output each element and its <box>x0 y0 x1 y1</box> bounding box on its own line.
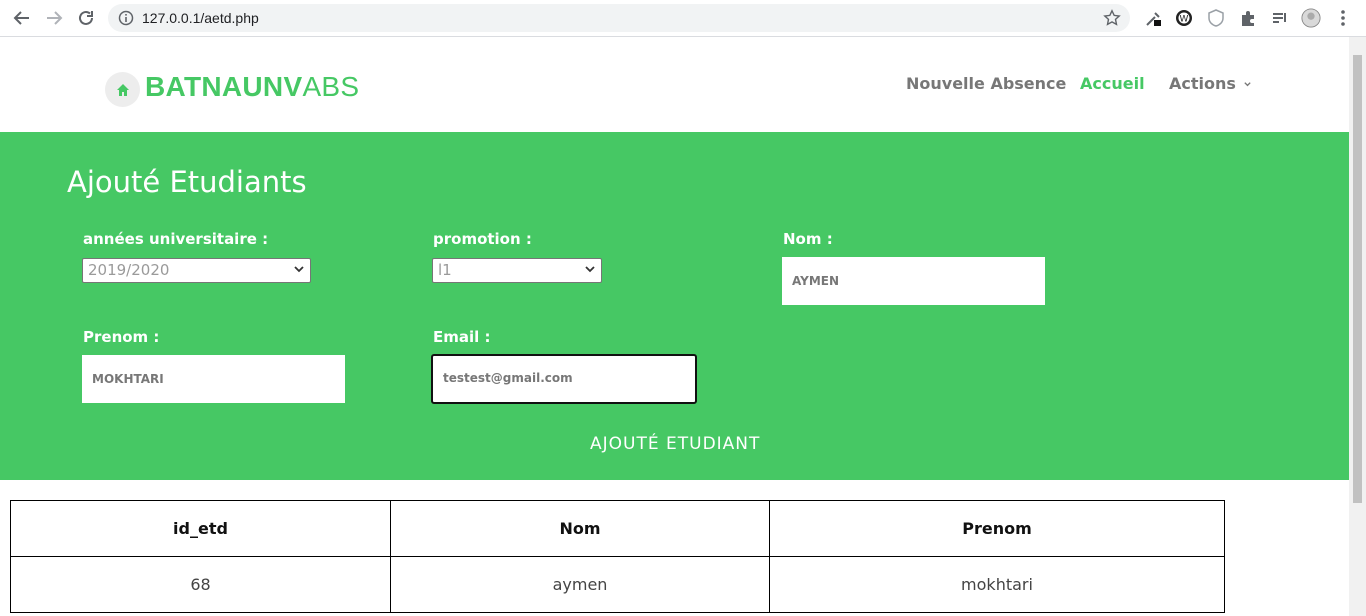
chevron-down-icon <box>585 266 595 273</box>
site-header: BATNAUNVABS Nouvelle Absence Accueil Act… <box>0 37 1349 132</box>
cell-prenom: mokhtari <box>769 556 1225 613</box>
page-scrollbar[interactable] <box>1349 37 1366 616</box>
students-table: id_etd Nom Prenom 68 aymen mokhtari <box>10 500 1225 613</box>
info-icon[interactable] <box>118 10 134 30</box>
arrow-left-icon <box>13 11 29 25</box>
prenom-label: Prenom : <box>83 328 160 346</box>
column-header-nom: Nom <box>390 500 770 557</box>
browser-toolbar: 127.0.0.1/aetd.php W <box>0 0 1366 37</box>
nav-actions-label: Actions <box>1169 74 1236 93</box>
nav-nouvelle-absence[interactable]: Nouvelle Absence <box>906 74 1066 93</box>
nav-actions[interactable]: Actions <box>1169 74 1252 93</box>
annee-select-value: 2019/2020 <box>88 261 170 279</box>
column-header-id: id_etd <box>10 500 391 557</box>
forward-button[interactable] <box>44 8 64 28</box>
profile-avatar-icon[interactable] <box>1301 8 1321 28</box>
nom-input[interactable]: AYMEN <box>782 257 1045 305</box>
address-bar[interactable]: 127.0.0.1/aetd.php <box>108 4 1130 32</box>
column-header-prenom: Prenom <box>769 500 1225 557</box>
brand-logo-text[interactable]: BATNAUNVABS <box>145 71 359 103</box>
cell-nom: aymen <box>390 556 770 613</box>
scrollbar-thumb[interactable] <box>1353 55 1362 503</box>
home-logo[interactable] <box>105 72 140 107</box>
form-title: Ajouté Etudiants <box>67 165 307 199</box>
star-icon[interactable] <box>1103 9 1121 31</box>
reload-icon <box>79 10 93 25</box>
brand-bold: BATNAUNV <box>145 71 303 102</box>
back-button[interactable] <box>12 8 32 28</box>
cell-id: 68 <box>10 556 391 613</box>
annee-select[interactable]: 2019/2020 <box>82 258 311 283</box>
chevron-down-icon <box>294 266 304 273</box>
url-text: 127.0.0.1/aetd.php <box>142 10 259 26</box>
promotion-select-value: l1 <box>438 261 452 279</box>
chevron-down-icon <box>1244 82 1252 87</box>
table-row: 68 aymen mokhtari <box>10 556 1225 613</box>
eyedropper-extension-icon[interactable] <box>1144 8 1164 28</box>
nav-accueil[interactable]: Accueil <box>1080 74 1145 93</box>
svg-text:W: W <box>1180 15 1189 25</box>
wordpress-extension-icon[interactable]: W <box>1174 8 1194 28</box>
arrow-right-icon <box>47 11 63 25</box>
nom-label: Nom : <box>783 230 833 248</box>
reload-button[interactable] <box>76 8 96 28</box>
shield-extension-icon[interactable] <box>1206 8 1226 28</box>
email-label: Email : <box>433 328 491 346</box>
email-input[interactable]: testest@gmail.com <box>431 354 697 404</box>
menu-kebab-icon[interactable] <box>1333 8 1353 28</box>
media-queue-icon[interactable] <box>1270 8 1290 28</box>
home-icon <box>116 83 129 96</box>
table-header-row: id_etd Nom Prenom <box>10 500 1225 557</box>
puzzle-extensions-icon[interactable] <box>1238 8 1258 28</box>
promotion-label: promotion : <box>433 230 532 248</box>
prenom-input[interactable]: MOKHTARI <box>82 355 345 403</box>
submit-button[interactable]: AJOUTÉ ETUDIANT <box>590 434 760 454</box>
add-student-form: Ajouté Etudiants années universitaire : … <box>0 132 1349 480</box>
promotion-select[interactable]: l1 <box>432 258 602 283</box>
annee-label: années universitaire : <box>83 230 269 248</box>
brand-light: ABS <box>302 71 360 102</box>
